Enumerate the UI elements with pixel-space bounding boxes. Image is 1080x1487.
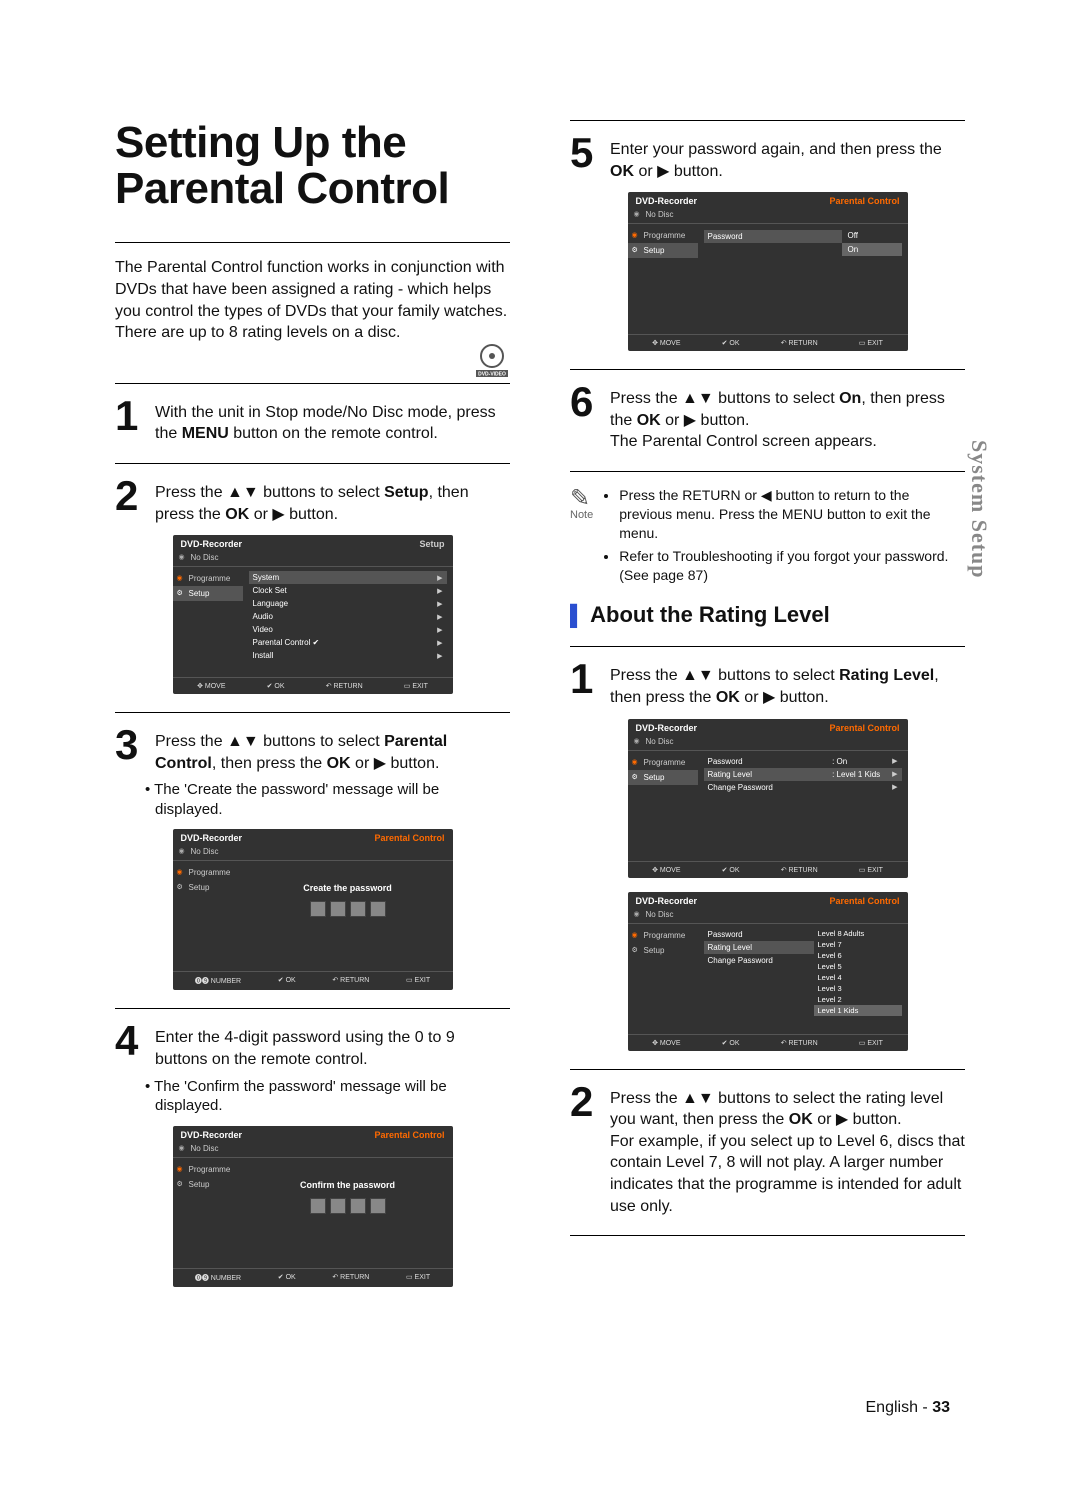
step-3-note: • The 'Create the password' message will… xyxy=(155,780,510,819)
footer-language: English xyxy=(866,1399,918,1416)
divider xyxy=(570,471,965,472)
step-3: 3 Press the ▲▼ buttons to select Parenta… xyxy=(115,727,510,774)
step-text: Enter the 4-digit password using the 0 t… xyxy=(155,1023,510,1070)
step-text: Press the ▲▼ buttons to select Parental … xyxy=(155,727,510,774)
osd-confirm-password: DVD-RecorderParental Control No Disc ◉Pr… xyxy=(173,1126,453,1287)
divider xyxy=(115,1008,510,1009)
note-icon: ✎ xyxy=(570,492,593,506)
about-step-1: 1 Press the ▲▼ buttons to select Rating … xyxy=(570,661,965,708)
left-column: Setting Up the Parental Control The Pare… xyxy=(115,120,510,1301)
note-block: ✎ Note Press the RETURN or ◀ button to r… xyxy=(570,486,965,588)
step-number: 3 xyxy=(115,727,145,774)
step-number: 1 xyxy=(570,661,600,708)
step-number: 1 xyxy=(115,398,145,445)
divider xyxy=(115,242,510,243)
page-number: 33 xyxy=(932,1399,950,1416)
divider xyxy=(115,383,510,384)
divider xyxy=(570,1069,965,1070)
two-column-layout: Setting Up the Parental Control The Pare… xyxy=(115,120,965,1301)
intro-paragraph: The Parental Control function works in c… xyxy=(115,257,510,343)
right-column: 5 Enter your password again, and then pr… xyxy=(570,120,965,1301)
divider xyxy=(570,120,965,121)
step-text: Press the ▲▼ buttons to select Setup, th… xyxy=(155,478,510,525)
step-text: Enter your password again, and then pres… xyxy=(610,135,965,182)
step-5: 5 Enter your password again, and then pr… xyxy=(570,135,965,182)
divider xyxy=(570,369,965,370)
step-number: 5 xyxy=(570,135,600,182)
step-4-note: • The 'Confirm the password' message wil… xyxy=(155,1077,510,1116)
divider xyxy=(570,646,965,647)
osd-create-password: DVD-RecorderParental Control No Disc ◉Pr… xyxy=(173,829,453,990)
dvd-video-badge-icon: DVD-VIDEO xyxy=(474,342,510,383)
divider xyxy=(115,712,510,713)
step-number: 6 xyxy=(570,384,600,453)
step-text: Press the ▲▼ buttons to select On, then … xyxy=(610,384,965,453)
svg-text:DVD-VIDEO: DVD-VIDEO xyxy=(478,371,506,377)
step-text: With the unit in Stop mode/No Disc mode,… xyxy=(155,398,510,445)
step-number: 4 xyxy=(115,1023,145,1070)
section-tab: System Setup xyxy=(966,440,992,579)
step-text: Press the ▲▼ buttons to select Rating Le… xyxy=(610,661,965,708)
page-title: Setting Up the Parental Control xyxy=(115,120,510,212)
osd-level-list: DVD-RecorderParental Control No Disc ◉Pr… xyxy=(628,892,908,1051)
note-item: Refer to Troubleshooting if you forgot y… xyxy=(619,547,965,585)
step-number: 2 xyxy=(115,478,145,525)
step-2: 2 Press the ▲▼ buttons to select Setup, … xyxy=(115,478,510,525)
note-label: Note xyxy=(570,508,593,523)
step-1: 1 With the unit in Stop mode/No Disc mod… xyxy=(115,398,510,445)
osd-setup-menu: DVD-RecorderSetup No Disc ◉Programme ⚙Se… xyxy=(173,535,453,694)
step-4: 4 Enter the 4-digit password using the 0… xyxy=(115,1023,510,1070)
about-step-2: 2 Press the ▲▼ buttons to select the rat… xyxy=(570,1084,965,1218)
osd-rating-level: DVD-RecorderParental Control No Disc ◉Pr… xyxy=(628,719,908,878)
osd-password-onoff: DVD-RecorderParental Control No Disc ◉Pr… xyxy=(628,192,908,351)
note-list: Press the RETURN or ◀ button to return t… xyxy=(603,486,965,588)
divider xyxy=(115,463,510,464)
page-footer: English - 33 xyxy=(866,1399,951,1417)
subheading-about-rating: About the Rating Level xyxy=(570,602,965,628)
step-number: 2 xyxy=(570,1084,600,1218)
step-text: Press the ▲▼ buttons to select the ratin… xyxy=(610,1084,965,1218)
note-item: Press the RETURN or ◀ button to return t… xyxy=(619,486,965,543)
step-6: 6 Press the ▲▼ buttons to select On, the… xyxy=(570,384,965,453)
divider xyxy=(570,1235,965,1236)
manual-page: Setting Up the Parental Control The Pare… xyxy=(0,0,1080,1487)
